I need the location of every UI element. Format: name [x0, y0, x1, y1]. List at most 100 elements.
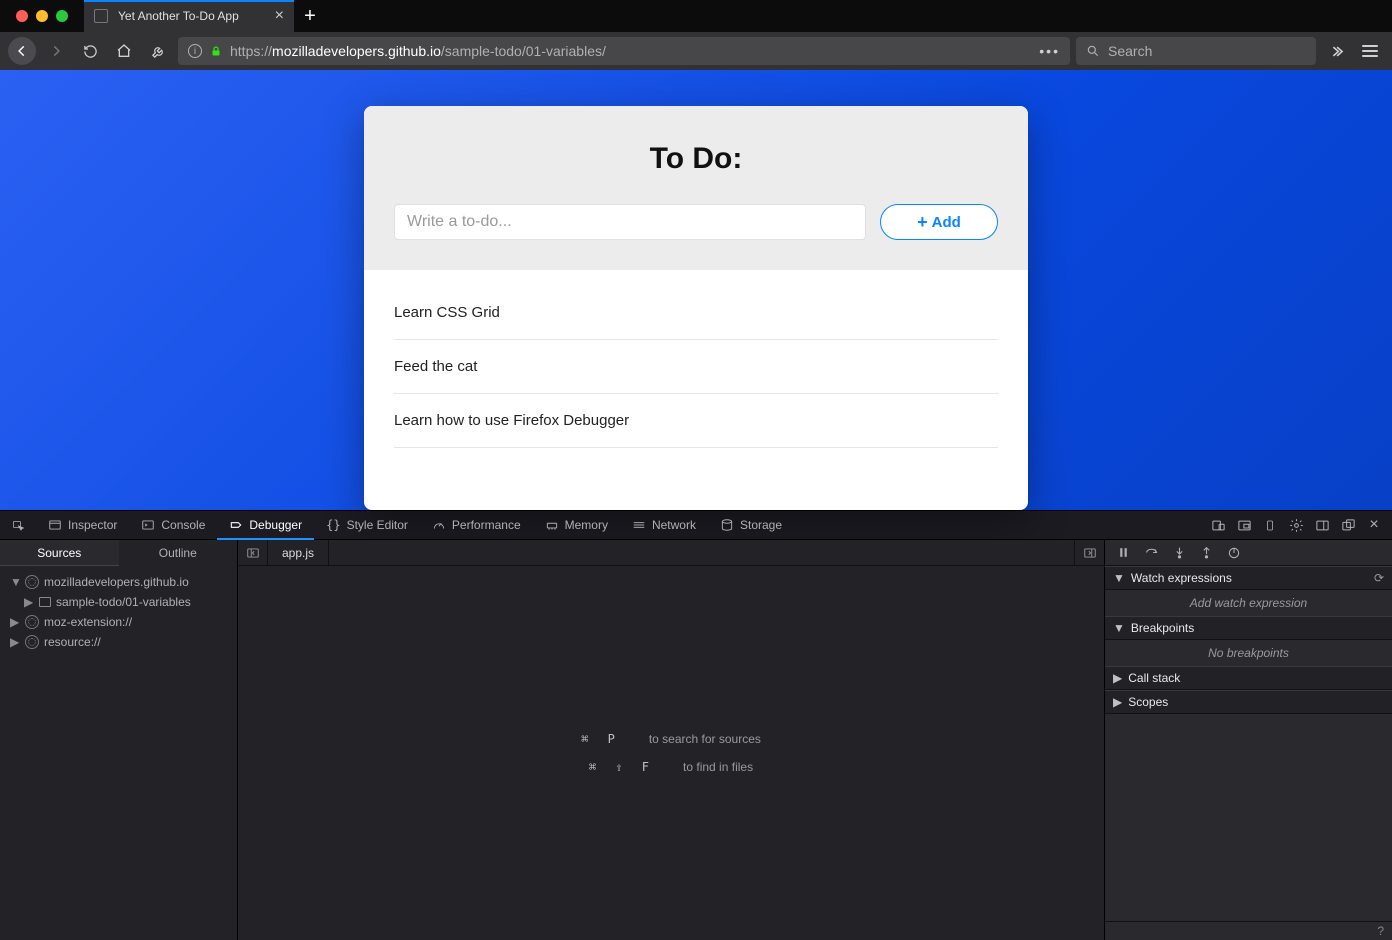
developer-button[interactable] [144, 37, 172, 65]
list-item[interactable]: Feed the cat [394, 340, 998, 394]
tree-row-host[interactable]: ▶moz-extension:// [6, 612, 231, 632]
tree-label: resource:// [44, 635, 101, 649]
tree-row-folder[interactable]: ▶sample-todo/01-variables [6, 592, 231, 612]
overflow-button[interactable] [1322, 37, 1350, 65]
refresh-icon[interactable]: ⟳ [1374, 571, 1384, 585]
dock-separate-button[interactable] [1340, 517, 1356, 533]
url-path: /sample-todo/01-variables/ [441, 43, 606, 59]
close-tab-icon[interactable]: × [275, 7, 284, 25]
list-item[interactable]: Learn CSS Grid [394, 286, 998, 340]
debugger-sources-panel: Sources Outline ▼mozilladevelopers.githu… [0, 540, 238, 940]
responsive-design-button[interactable] [1210, 517, 1226, 533]
style-editor-icon: {} [326, 518, 340, 532]
tab-style-editor[interactable]: {} Style Editor [314, 511, 420, 539]
url-host: mozilladevelopers.github.io [272, 43, 441, 59]
sources-tree: ▼mozilladevelopers.github.io ▶sample-tod… [0, 566, 237, 658]
shortcut-keys: ⌘ P [581, 732, 621, 746]
noautohide-button[interactable] [1262, 517, 1278, 533]
close-devtools-button[interactable]: × [1366, 517, 1382, 533]
search-icon [1086, 44, 1100, 58]
page-title: To Do: [394, 142, 998, 176]
page-actions-icon[interactable]: ••• [1039, 43, 1060, 59]
performance-icon [432, 518, 446, 532]
watch-empty-text[interactable]: Add watch expression [1105, 590, 1392, 616]
section-label: Call stack [1128, 671, 1180, 685]
subtab-sources[interactable]: Sources [0, 540, 119, 566]
lock-icon[interactable] [210, 44, 222, 58]
inspector-icon [48, 518, 62, 532]
forward-button[interactable] [42, 37, 70, 65]
back-button[interactable] [8, 37, 36, 65]
toggle-sources-button[interactable] [238, 540, 268, 565]
tab-inspector[interactable]: Inspector [36, 511, 129, 539]
storage-icon [720, 518, 734, 532]
hint-text: to search for sources [649, 732, 761, 746]
editor-file-bar: app.js [238, 540, 1104, 566]
page-viewport: To Do: + Add Learn CSS Grid Feed the cat… [0, 70, 1392, 510]
globe-icon [25, 635, 39, 649]
minimize-window-button[interactable] [36, 10, 48, 22]
tab-memory[interactable]: Memory [533, 511, 620, 539]
settings-button[interactable] [1288, 517, 1304, 533]
tab-label: Storage [740, 518, 782, 532]
url-scheme: https:// [230, 43, 272, 59]
section-breakpoints[interactable]: ▼Breakpoints [1105, 616, 1392, 640]
devtools-toolbar-right: × [1210, 517, 1392, 533]
identity-icon[interactable]: i [188, 44, 202, 58]
tab-storage[interactable]: Storage [708, 511, 794, 539]
pause-button[interactable] [1117, 546, 1130, 559]
section-call-stack[interactable]: ▶Call stack [1105, 666, 1392, 690]
memory-icon [545, 518, 559, 532]
tab-title: Yet Another To-Do App [118, 9, 239, 23]
debugger-icon [229, 518, 243, 532]
tree-row-host[interactable]: ▶resource:// [6, 632, 231, 652]
deactivate-breakpoints-button[interactable] [1227, 546, 1241, 560]
todo-header: To Do: + Add [364, 106, 1028, 270]
subtab-outline[interactable]: Outline [119, 540, 238, 566]
hint-search-sources: ⌘ P to search for sources [581, 732, 761, 746]
tab-debugger[interactable]: Debugger [217, 511, 314, 539]
tab-network[interactable]: Network [620, 511, 708, 539]
iframe-picker-button[interactable] [1236, 517, 1252, 533]
tree-label: mozilladevelopers.github.io [44, 575, 189, 589]
help-button[interactable]: ? [1105, 921, 1392, 940]
home-button[interactable] [110, 37, 138, 65]
pick-element-button[interactable] [0, 511, 36, 539]
tab-console[interactable]: Console [129, 511, 217, 539]
tab-label: Performance [452, 518, 521, 532]
close-window-button[interactable] [16, 10, 28, 22]
tab-performance[interactable]: Performance [420, 511, 533, 539]
browser-tab[interactable]: Yet Another To-Do App × [84, 0, 294, 32]
dock-side-button[interactable] [1314, 517, 1330, 533]
shortcut-keys: ⌘ ⇧ F [589, 760, 655, 774]
list-item[interactable]: Learn how to use Firefox Debugger [394, 394, 998, 448]
tree-label: sample-todo/01-variables [56, 595, 191, 609]
hamburger-icon [1362, 45, 1378, 57]
section-scopes[interactable]: ▶Scopes [1105, 690, 1392, 714]
tab-label: Debugger [249, 518, 302, 532]
tree-row-host[interactable]: ▼mozilladevelopers.github.io [6, 572, 231, 592]
reload-button[interactable] [76, 37, 104, 65]
debugger-editor-panel: app.js ⌘ P to search for sources ⌘ ⇧ F t… [238, 540, 1104, 940]
menu-button[interactable] [1356, 37, 1384, 65]
toggle-end-panel-button[interactable] [1074, 540, 1104, 565]
open-file-tab[interactable]: app.js [268, 540, 329, 565]
todo-input[interactable] [394, 204, 866, 240]
url-text: https://mozilladevelopers.github.io/samp… [230, 43, 606, 59]
todo-list: Learn CSS Grid Feed the cat Learn how to… [364, 270, 1028, 488]
tab-favicon [94, 9, 108, 23]
search-bar[interactable]: Search [1076, 37, 1316, 65]
globe-icon [25, 575, 39, 589]
sources-subtabs: Sources Outline [0, 540, 237, 566]
url-bar[interactable]: i https://mozilladevelopers.github.io/sa… [178, 37, 1070, 65]
add-button-label: Add [932, 214, 961, 231]
new-tab-button[interactable]: + [294, 0, 326, 32]
add-button[interactable]: + Add [880, 204, 998, 240]
section-watch-expressions[interactable]: ▼Watch expressions⟳ [1105, 566, 1392, 590]
step-in-button[interactable] [1173, 545, 1186, 560]
hint-text: to find in files [683, 760, 753, 774]
zoom-window-button[interactable] [56, 10, 68, 22]
step-over-button[interactable] [1144, 546, 1159, 559]
step-out-button[interactable] [1200, 545, 1213, 560]
debugger-right-panel: ▼Watch expressions⟳ Add watch expression… [1104, 540, 1392, 940]
